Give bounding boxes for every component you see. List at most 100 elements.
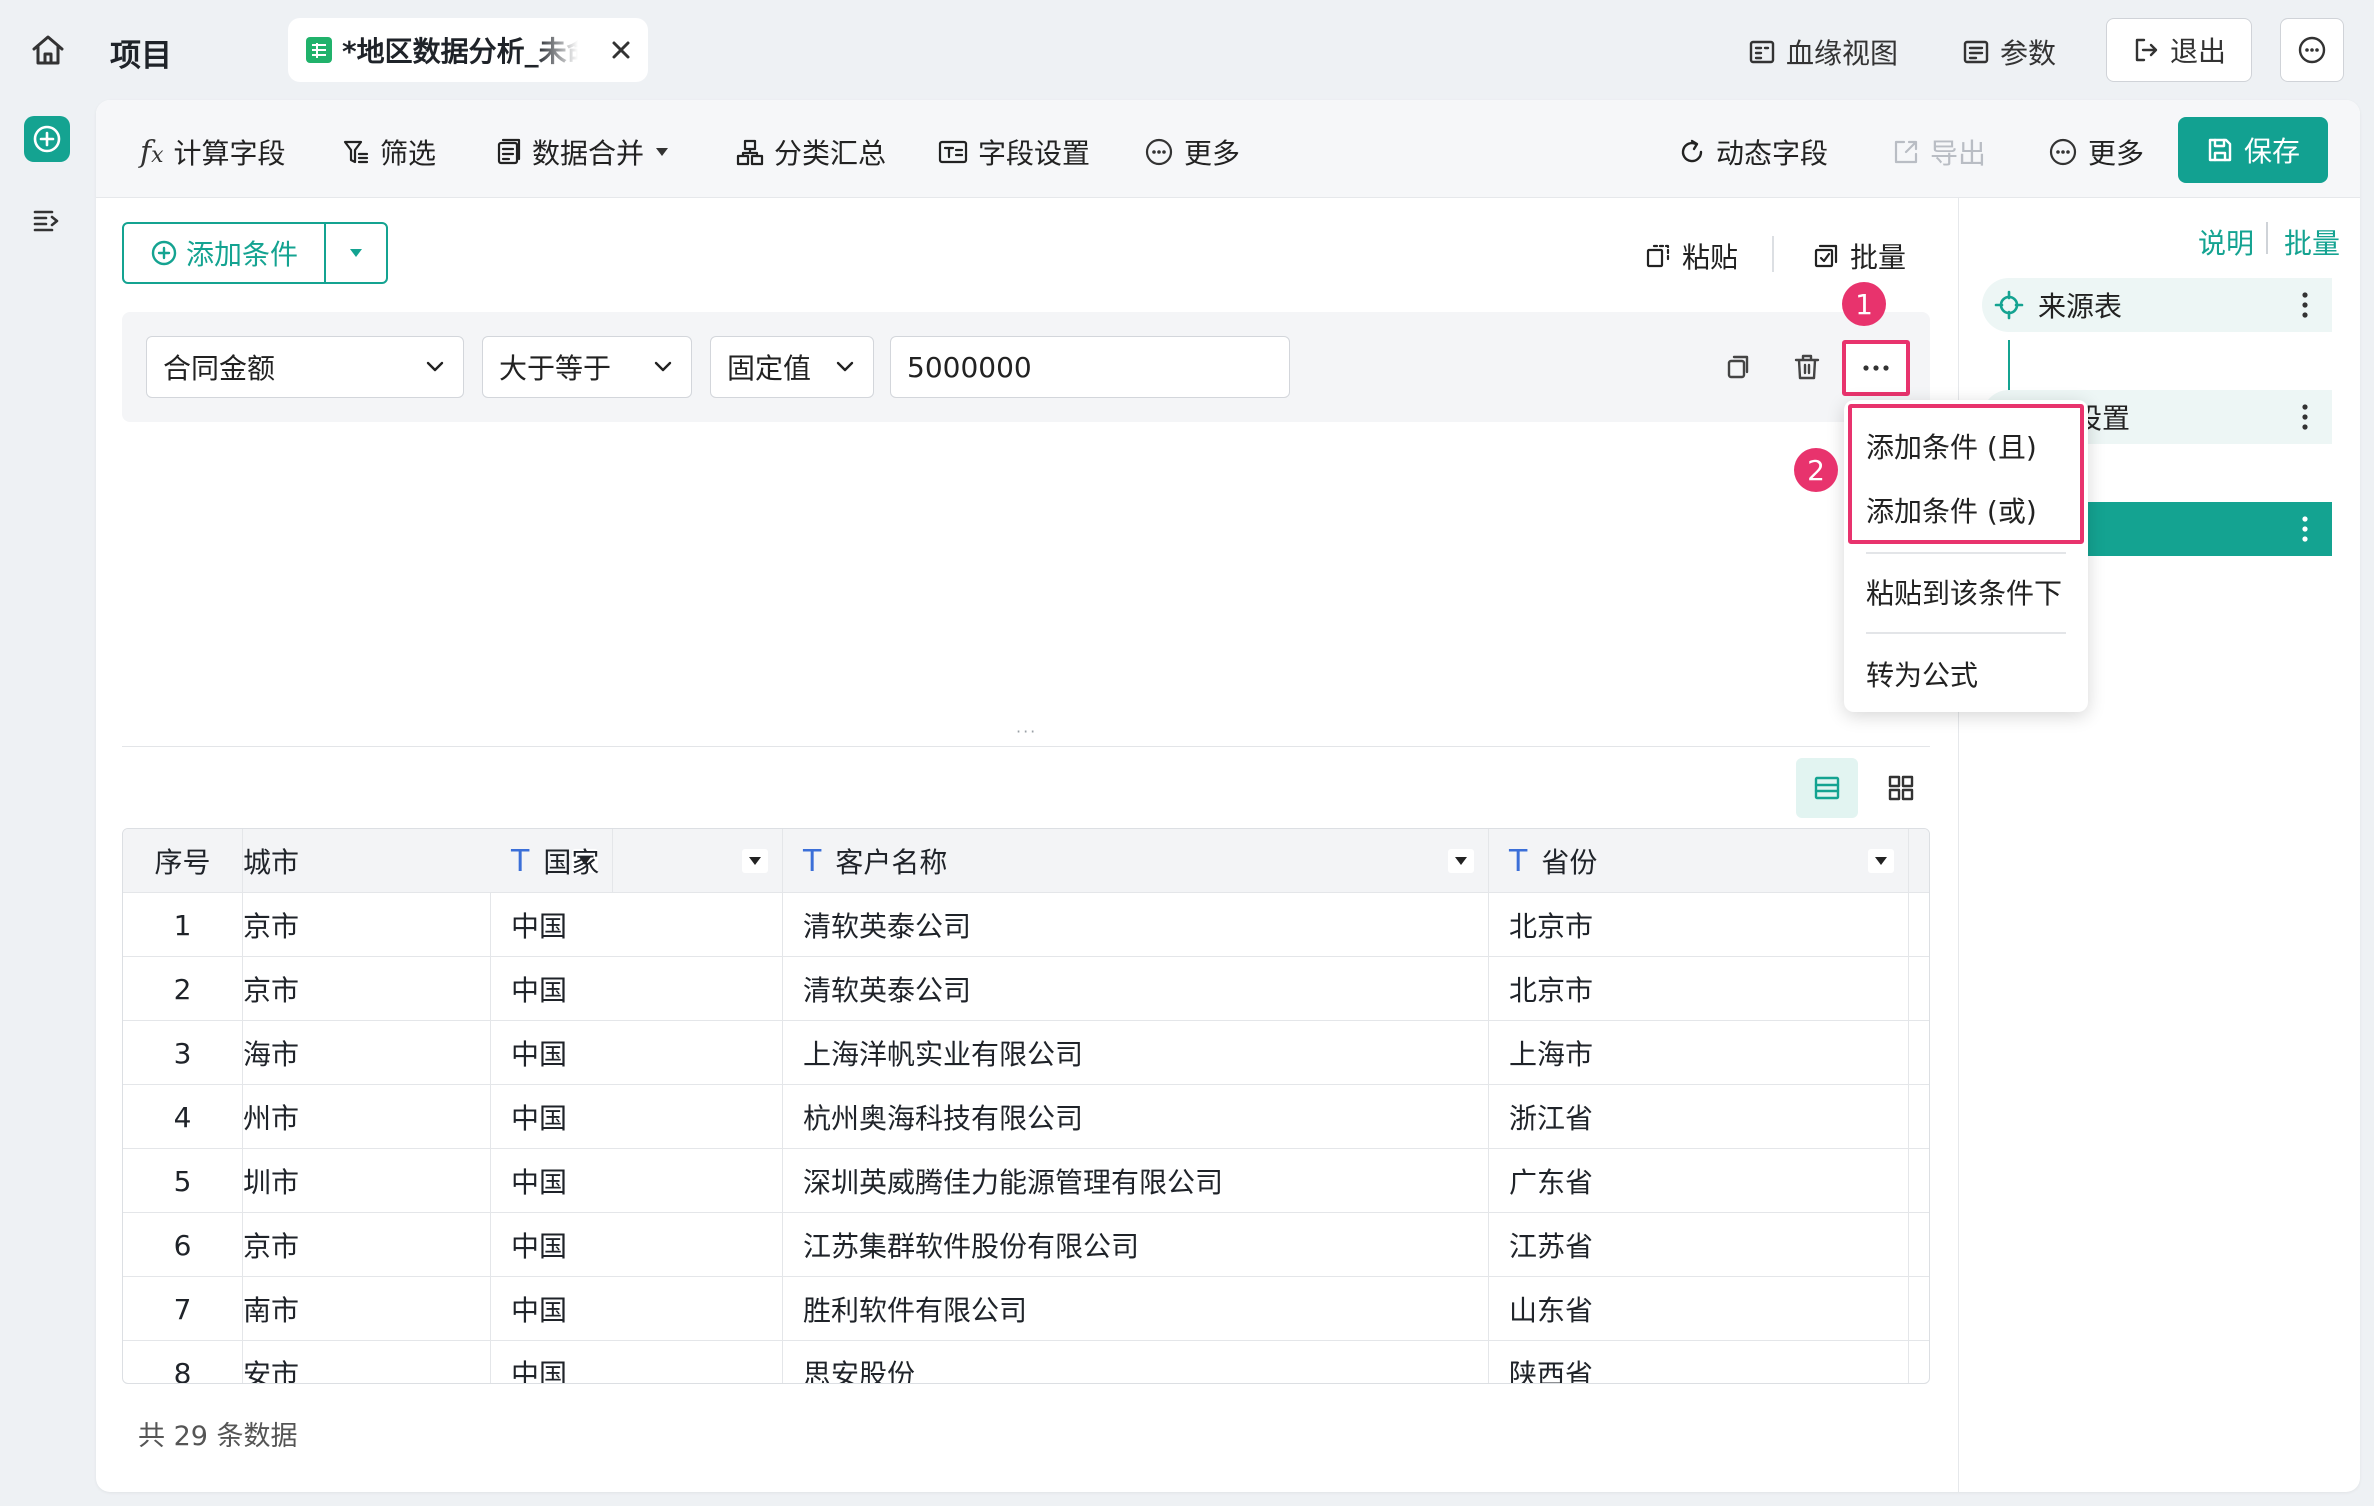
calc-field-label: 计算字段 xyxy=(173,137,286,170)
chevron-down-icon xyxy=(423,355,447,379)
export-icon xyxy=(1892,138,1920,166)
cell-customer: 江苏集群软件股份有限公司 xyxy=(783,1213,1489,1277)
cell-country-text: 中国 xyxy=(511,1294,568,1327)
cell-province: 广东省 xyxy=(1489,1149,1909,1213)
more-right-button[interactable]: 更多 xyxy=(2048,132,2144,172)
column-header-province-label: 省份 xyxy=(1541,846,1598,879)
dynamic-field-button[interactable]: 动态字段 xyxy=(1678,132,1828,172)
cell-no: 8 xyxy=(123,1341,243,1383)
cell-customer: 胜利软件有限公司 xyxy=(783,1277,1489,1341)
document-tab[interactable]: *地区数据分析_未命名 xyxy=(288,18,648,82)
resize-handle-icon[interactable]: ··· xyxy=(1016,722,1037,741)
table-row[interactable]: 2 北京市 中国 清软英泰公司 北京市 xyxy=(123,957,1929,1021)
exit-button[interactable]: 退出 xyxy=(2106,18,2252,82)
menu-item-to-formula[interactable]: 转为公式 xyxy=(1866,654,1978,694)
column-header-province[interactable]: T 省份 xyxy=(1489,829,1909,893)
table-view-icon xyxy=(1812,773,1842,803)
resize-divider[interactable] xyxy=(122,746,1930,747)
grid-view-toggle[interactable] xyxy=(1870,758,1932,818)
menu-item-add-or[interactable]: 添加条件 (或) xyxy=(1866,490,2037,530)
table-row[interactable]: 6 南京市 中国 江苏集群软件股份有限公司 江苏省 xyxy=(123,1213,1929,1277)
data-merge-label: 数据合并 xyxy=(532,137,645,170)
text-type-icon: T xyxy=(1509,843,1528,879)
cell-province-text: 江苏省 xyxy=(1509,1230,1594,1263)
toolbar-divider xyxy=(1772,236,1774,272)
field-select[interactable]: 合同金额 xyxy=(146,336,464,398)
cell-customer-text: 胜利软件有限公司 xyxy=(803,1294,1028,1327)
merge-icon xyxy=(494,138,522,166)
table-row[interactable]: 3 上海市 中国 上海洋帆实业有限公司 上海市 xyxy=(123,1021,1929,1085)
table-row[interactable]: 7 济南市 中国 胜利软件有限公司 山东省 xyxy=(123,1277,1929,1341)
cell-customer: 上海洋帆实业有限公司 xyxy=(783,1021,1489,1085)
table-view-toggle[interactable] xyxy=(1796,758,1858,818)
cell-country: 中国 xyxy=(491,893,783,957)
data-table: 序号 城市 T 国家 T 客户名称 T 省份 1北京市中国清软英泰公司北京市2北… xyxy=(122,828,1930,1384)
cell-country-text: 中国 xyxy=(511,1166,568,1199)
flow-node-source[interactable]: 来源表 xyxy=(1982,278,2332,332)
column-header-customer[interactable]: T 客户名称 xyxy=(783,829,1489,893)
more-circle-icon xyxy=(2048,137,2078,167)
column-header-country[interactable]: T 国家 xyxy=(491,829,783,893)
add-condition-button[interactable]: 添加条件 xyxy=(124,224,326,282)
column-filter-icon[interactable] xyxy=(1868,849,1894,873)
filter-button[interactable]: 筛选 xyxy=(342,132,436,172)
project-label[interactable]: 项目 xyxy=(110,30,172,75)
cell-no: 3 xyxy=(123,1021,243,1085)
more-options-button[interactable] xyxy=(2280,18,2344,82)
export-button[interactable]: 导出 xyxy=(1892,132,1986,172)
help-link[interactable]: 说明 xyxy=(2198,222,2254,262)
more-left-button[interactable]: 更多 xyxy=(1144,132,1240,172)
field-settings-button[interactable]: 字段设置 xyxy=(938,132,1090,172)
table-row[interactable]: 8 西安市 中国 思安股份 陕西省 xyxy=(123,1341,1929,1384)
column-filter-icon[interactable] xyxy=(742,849,768,873)
cell-no: 7 xyxy=(123,1277,243,1341)
target-icon xyxy=(1994,290,2024,320)
condition-more-button[interactable] xyxy=(1842,340,1910,396)
cell-province: 北京市 xyxy=(1489,893,1909,957)
calc-field-button[interactable]: fx 计算字段 xyxy=(140,132,286,172)
cell-city: 深圳市 xyxy=(243,1149,491,1213)
column-header-country-label: 国家 xyxy=(543,846,600,879)
add-node-button[interactable] xyxy=(24,116,70,162)
cell-no: 5 xyxy=(123,1149,243,1213)
fx-icon: fx xyxy=(140,134,164,170)
menu-item-add-and[interactable]: 添加条件 (且) xyxy=(1866,426,2037,466)
table-row[interactable]: 1 北京市 中国 清软英泰公司 北京市 xyxy=(123,893,1929,957)
cell-province-text: 北京市 xyxy=(1509,910,1594,943)
cell-country: 中国 xyxy=(491,1277,783,1341)
column-filter-icon[interactable] xyxy=(1448,849,1474,873)
cell-country: 中国 xyxy=(491,1149,783,1213)
value-input[interactable]: 5000000 xyxy=(890,336,1290,398)
data-merge-button[interactable]: 数据合并 xyxy=(494,132,670,172)
operator-select[interactable]: 大于等于 xyxy=(482,336,692,398)
cell-no-text: 7 xyxy=(173,1292,192,1326)
add-condition-label: 添加条件 xyxy=(185,238,298,271)
cell-province-text: 上海市 xyxy=(1509,1038,1594,1071)
kebab-icon[interactable] xyxy=(2302,292,2308,318)
parameters-button[interactable]: 参数 xyxy=(1962,32,2056,72)
kebab-icon[interactable] xyxy=(2302,516,2308,542)
menu-item-paste-below[interactable]: 粘贴到该条件下 xyxy=(1866,572,2062,612)
home-icon[interactable] xyxy=(30,32,66,68)
lineage-view-button[interactable]: 血缘视图 xyxy=(1748,32,1898,72)
close-icon[interactable] xyxy=(610,39,632,61)
batch-link[interactable]: 批量 xyxy=(2284,222,2340,262)
save-button[interactable]: 保存 xyxy=(2178,117,2328,183)
cell-province: 陕西省 xyxy=(1489,1341,1909,1383)
paste-button[interactable]: 粘贴 xyxy=(1644,236,1738,276)
cell-province: 山东省 xyxy=(1489,1277,1909,1341)
add-condition-dropdown[interactable] xyxy=(326,224,386,282)
delete-icon[interactable] xyxy=(1792,352,1822,382)
kebab-icon[interactable] xyxy=(2302,404,2308,430)
more-circle-icon xyxy=(1144,137,1174,167)
value-type-select[interactable]: 固定值 xyxy=(710,336,874,398)
group-summary-button[interactable]: 分类汇总 xyxy=(736,132,886,172)
copy-icon[interactable] xyxy=(1724,352,1754,382)
cell-city-text: 西安市 xyxy=(243,1358,300,1384)
ellipsis-icon xyxy=(1862,364,1890,372)
batch-button[interactable]: 批量 xyxy=(1812,236,1906,276)
condition-context-menu: 添加条件 (且) 添加条件 (或) 粘贴到该条件下 转为公式 xyxy=(1844,400,2088,712)
table-row[interactable]: 4 杭州市 中国 杭州奥海科技有限公司 浙江省 xyxy=(123,1085,1929,1149)
collapse-outline-icon[interactable] xyxy=(32,206,62,236)
table-row[interactable]: 5 深圳市 中国 深圳英威腾佳力能源管理有限公司 广东省 xyxy=(123,1149,1929,1213)
